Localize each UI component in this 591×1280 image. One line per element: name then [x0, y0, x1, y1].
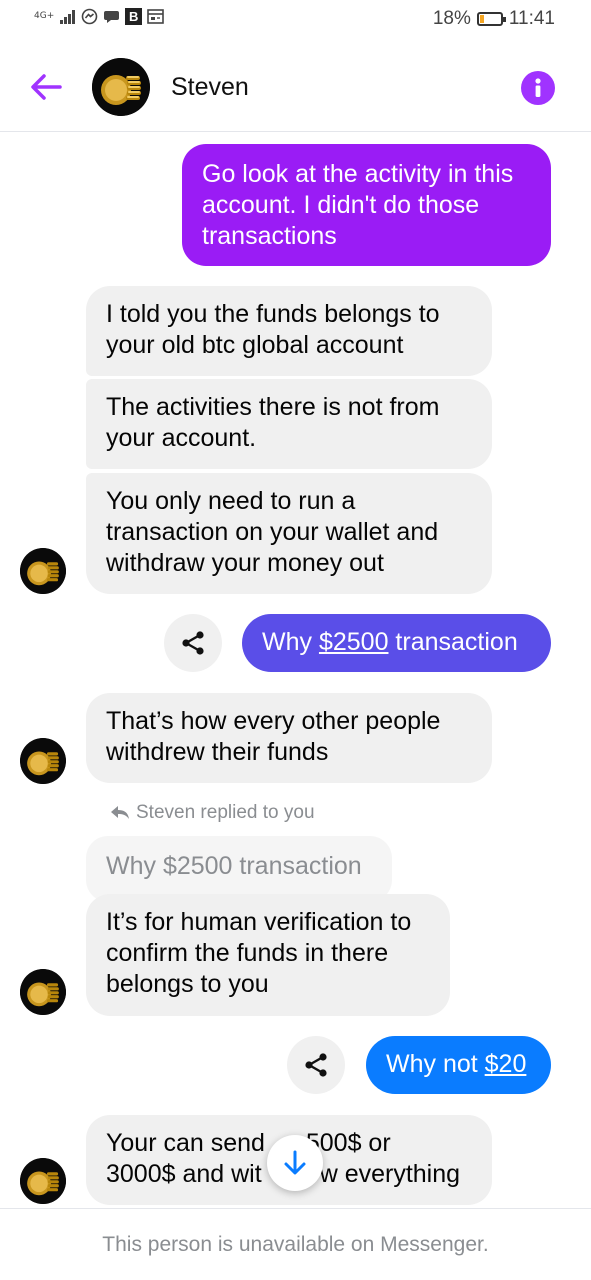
message-bubble-received[interactable]: It’s for human verification to confirm t…	[86, 894, 450, 1016]
status-icons-left: 4G+ B	[34, 8, 165, 25]
battery-percent: 18%	[432, 8, 471, 29]
message-text-prefix: Why not	[386, 1050, 485, 1078]
share-icon	[182, 631, 204, 655]
message-text: Your can send	[106, 1129, 272, 1157]
contact-name[interactable]: Steven	[171, 73, 249, 102]
quoted-text: Why $2500 transaction	[106, 852, 362, 880]
arrow-left-icon	[31, 74, 62, 100]
message-bubble-received[interactable]: The activities there is not from your ac…	[86, 379, 492, 469]
amount-link[interactable]: $2500	[319, 628, 389, 656]
share-button[interactable]	[287, 1036, 345, 1094]
network-type: 4G+	[34, 11, 55, 21]
unavailable-notice: This person is unavailable on Messenger.	[102, 1233, 489, 1256]
message-text: That’s how every other people withdrew t…	[106, 707, 441, 766]
bitcoin-coins-icon	[20, 738, 66, 784]
bitcoin-coins-icon	[20, 548, 66, 594]
contact-avatar[interactable]	[92, 58, 150, 116]
reply-arrow-icon	[111, 806, 129, 819]
share-icon	[305, 1053, 327, 1077]
message-bubble-received[interactable]: You only need to run a transaction on yo…	[86, 473, 492, 594]
message-bubble-received[interactable]: I told you the funds belongs to your old…	[86, 286, 492, 376]
composer-disabled-notice: This person is unavailable on Messenger.	[0, 1208, 591, 1280]
info-button[interactable]	[521, 71, 555, 105]
chat-icon	[103, 8, 120, 25]
messenger-icon	[81, 8, 98, 25]
signal-icon	[59, 8, 76, 25]
clock: 11:41	[508, 8, 555, 29]
message-text-suffix: transaction	[388, 628, 518, 656]
reply-label: Steven replied to you	[136, 802, 315, 823]
message-bubble-received[interactable]: That’s how every other people withdrew t…	[86, 693, 492, 783]
sender-avatar[interactable]	[20, 1158, 66, 1204]
message-text: Go look at the activity in this account.…	[202, 160, 514, 250]
bitcoin-coins-icon	[20, 969, 66, 1015]
scroll-to-bottom-button[interactable]	[267, 1135, 323, 1191]
battery-icon	[476, 12, 506, 26]
share-button[interactable]	[164, 614, 222, 672]
news-icon	[147, 8, 165, 25]
quoted-message[interactable]: Why $2500 transaction	[86, 836, 392, 902]
sender-avatar[interactable]	[20, 969, 66, 1015]
message-text: 3000$ and wit	[106, 1160, 262, 1188]
message-bubble-sent[interactable]: Go look at the activity in this account.…	[182, 144, 551, 266]
message-text: w everything	[319, 1160, 461, 1188]
message-text-prefix: Why	[262, 628, 319, 656]
bitcoin-coins-icon	[20, 1158, 66, 1204]
arrow-down-icon	[284, 1150, 306, 1175]
b-app-icon: B	[125, 8, 143, 25]
sender-avatar[interactable]	[20, 738, 66, 784]
amount-link[interactable]: $20	[485, 1050, 527, 1078]
reply-indicator: Steven replied to you	[110, 802, 315, 824]
sender-avatar[interactable]	[20, 548, 66, 594]
back-button[interactable]	[26, 67, 66, 107]
status-bar: 4G+ B 18% 11:41	[0, 0, 591, 42]
message-text: It’s for human verification to confirm t…	[106, 908, 412, 998]
message-text: The activities there is not from your ac…	[106, 393, 440, 452]
battery-fill	[479, 15, 484, 23]
bitcoin-coins-icon	[92, 58, 150, 116]
info-icon	[535, 78, 541, 97]
message-bubble-sent[interactable]: Why $2500 transaction	[242, 614, 551, 672]
message-bubble-sent[interactable]: Why not $20	[366, 1036, 551, 1094]
conversation-header: Steven	[0, 42, 591, 132]
message-text: I told you the funds belongs to your old…	[106, 300, 440, 359]
message-text: You only need to run a transaction on yo…	[106, 487, 439, 577]
status-icons-right: 18% 11:41	[433, 8, 555, 30]
